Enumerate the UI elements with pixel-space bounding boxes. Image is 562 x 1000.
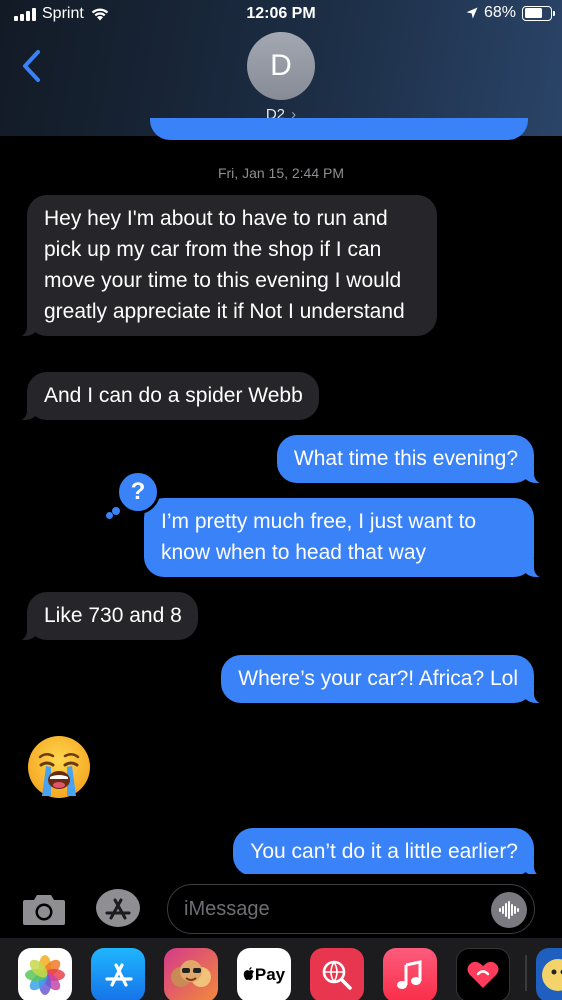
waveform-icon — [499, 901, 519, 919]
received-message-bubble[interactable]: And I can do a spider Webb — [15, 372, 319, 421]
tapback-dot — [106, 512, 113, 519]
app-store-icon[interactable] — [94, 888, 142, 928]
sent-message-bubble[interactable]: I’m pretty much free, I just want to kno… — [144, 498, 546, 578]
question-tapback-icon[interactable]: ? — [116, 470, 160, 514]
sent-message-bubble[interactable]: Where’s your car?! Africa? Lol — [221, 655, 546, 704]
search-images-app-button[interactable] — [310, 948, 364, 1000]
app-store-icon — [105, 963, 133, 987]
received-message-bubble[interactable]: Hey hey I'm about to have to run and pic… — [15, 195, 437, 337]
music-note-icon — [397, 960, 422, 989]
battery-percent: 68% — [483, 4, 516, 21]
music-app-button[interactable] — [383, 948, 437, 1000]
audio-message-button[interactable] — [491, 892, 527, 928]
drawer-divider — [525, 955, 527, 991]
message-text: Like 730 and 8 — [44, 604, 182, 627]
imessage-input[interactable] — [167, 884, 535, 934]
status-bar: Sprint 12:06 PM 68% — [0, 0, 562, 30]
sticker-icon — [542, 959, 562, 991]
message-text: I’m pretty much free, I just want to kno… — [161, 510, 477, 564]
app-store-app-button[interactable] — [91, 948, 145, 1000]
message-text: You can’t do it a little earlier? — [250, 840, 518, 863]
message-text: And I can do a spider Webb — [44, 384, 303, 407]
photos-icon — [25, 955, 65, 995]
photos-app-button[interactable] — [18, 948, 72, 1000]
apple-pay-icon: Pay — [243, 965, 285, 985]
message-text: Where’s your car?! Africa? Lol — [238, 667, 518, 690]
back-chevron-icon[interactable] — [18, 48, 48, 84]
previous-sent-bubble[interactable] — [150, 118, 528, 140]
memoji-icon — [171, 960, 211, 987]
globe-search-icon — [322, 960, 352, 990]
message-input-bar — [0, 874, 562, 938]
apple-pay-app-button[interactable]: Pay — [237, 948, 291, 1000]
battery-icon — [522, 5, 555, 21]
memoji-app-button[interactable] — [164, 948, 218, 1000]
message-text: Hey hey I'm about to have to run and pic… — [44, 207, 405, 323]
app-drawer: Pay — [0, 938, 562, 1000]
loudly-crying-face-icon[interactable] — [26, 734, 92, 800]
location-arrow-icon — [466, 7, 478, 19]
message-timestamp: Fri, Jan 15, 2:44 PM — [217, 165, 345, 181]
heart-touch-icon — [467, 961, 499, 988]
sent-message-bubble[interactable]: What time this evening? — [276, 435, 547, 484]
battery-status: 68% — [466, 4, 555, 22]
digital-touch-app-button[interactable] — [456, 948, 510, 1000]
camera-icon[interactable] — [22, 892, 66, 926]
conversation-header: Sprint 12:06 PM 68% D D2 › — [0, 0, 562, 136]
message-text: What time this evening? — [293, 447, 518, 470]
sticker-app-button[interactable] — [536, 948, 562, 1000]
received-message-bubble[interactable]: Like 730 and 8 — [15, 592, 198, 641]
apple-pay-label: Pay — [254, 965, 286, 984]
sent-message-bubble[interactable]: You can’t do it a little earlier? — [233, 828, 546, 877]
contact-avatar[interactable]: D — [247, 32, 315, 100]
